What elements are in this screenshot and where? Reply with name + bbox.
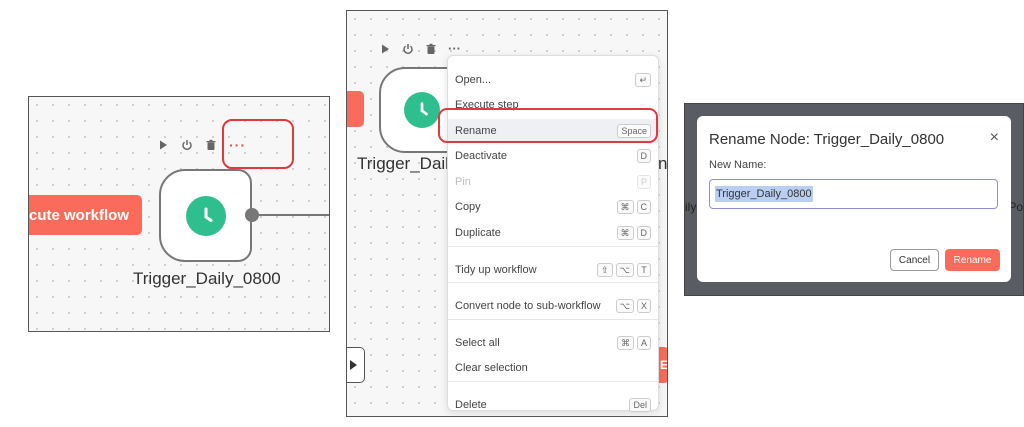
bottom-button-label: E xyxy=(660,358,668,372)
menu-item-label: Clear selection xyxy=(455,362,528,374)
power-icon[interactable] xyxy=(402,43,414,55)
menu-item-label: Select all xyxy=(455,337,500,349)
trash-icon[interactable] xyxy=(205,139,217,151)
rename-dialog: Rename Node: Trigger_Daily_0800 × New Na… xyxy=(697,116,1011,282)
shortcut-key: ⇧ xyxy=(597,263,613,277)
menu-item-label: Duplicate xyxy=(455,227,501,239)
cancel-button[interactable]: Cancel xyxy=(890,249,939,271)
menu-item-label: Pin xyxy=(455,176,471,188)
dialog-title: Rename Node: Trigger_Daily_0800 xyxy=(709,131,945,148)
shortcut-key: A xyxy=(636,336,651,350)
right-node-label-fragment: n xyxy=(658,154,668,173)
menu-item-label: Convert node to sub-workflow xyxy=(455,300,601,312)
close-icon[interactable]: × xyxy=(990,129,999,147)
more-highlight xyxy=(222,119,294,169)
menu-item-tidy-up-workflow[interactable]: Tidy up workflow ⇧ ⌥ T xyxy=(448,258,658,282)
output-handle[interactable] xyxy=(245,208,259,222)
shortcut-key: Del xyxy=(629,398,651,412)
menu-separator xyxy=(448,282,658,283)
menu-item-label: Deactivate xyxy=(455,150,507,162)
menu-item-label: Copy xyxy=(455,201,481,213)
side-panel-toggle[interactable] xyxy=(347,347,365,383)
shortcut-keys: ↵ xyxy=(635,73,651,87)
menu-item-deactivate[interactable]: Deactivate D xyxy=(448,144,658,168)
shortcut-keys: D xyxy=(636,149,651,163)
trash-icon[interactable] xyxy=(425,43,437,55)
menu-item-convert-node-to-sub-workflow[interactable]: Convert node to sub-workflow ⌥ X xyxy=(448,294,658,318)
bottom-button-fragment[interactable]: E xyxy=(658,347,668,383)
selected-input-text: Trigger_Daily_0800 xyxy=(715,186,813,202)
node-label: Trigger_Daily_0800 xyxy=(133,269,281,288)
connection-edge xyxy=(259,214,329,216)
shortcut-key: T xyxy=(637,263,651,277)
menu-item-label: Delete xyxy=(455,399,487,411)
shortcut-key: C xyxy=(636,200,651,214)
menu-item-open[interactable]: Open... ↵ xyxy=(448,68,658,92)
shortcut-key: ⌥ xyxy=(615,299,634,313)
clock-icon xyxy=(185,195,226,236)
shortcut-key: ⌘ xyxy=(616,200,634,214)
node-toolbar: ··· xyxy=(379,41,461,56)
shortcut-keys: ⇧ ⌥ T xyxy=(597,263,651,277)
menu-separator xyxy=(448,319,658,320)
shortcut-key: ⌥ xyxy=(615,263,634,277)
menu-item-label: Tidy up workflow xyxy=(455,264,537,276)
menu-item-select-all[interactable]: Select all ⌘ A xyxy=(448,331,658,355)
shortcut-keys: P xyxy=(636,175,651,189)
shortcut-keys: ⌘ C xyxy=(616,200,651,214)
shortcut-key: ⌘ xyxy=(616,226,634,240)
power-icon[interactable] xyxy=(181,139,193,151)
play-icon[interactable] xyxy=(157,139,169,151)
more-icon[interactable]: ··· xyxy=(448,41,461,56)
menu-item-pin: Pin P xyxy=(448,170,658,194)
background-fragment-left: ily xyxy=(685,200,697,214)
new-name-input[interactable]: Trigger_Daily_0800 xyxy=(709,179,998,209)
execute-workflow-button[interactable]: cute workflow xyxy=(29,195,142,235)
rename-modal-panel: ily Po Rename Node: Trigger_Daily_0800 ×… xyxy=(684,103,1024,296)
canvas-panel-2: ··· Trigger_Daily_ n E Open... ↵ Execute s… xyxy=(346,10,668,417)
menu-item-duplicate[interactable]: Duplicate ⌘ D xyxy=(448,221,658,245)
shortcut-keys: Del xyxy=(629,398,651,412)
play-icon[interactable] xyxy=(379,43,391,55)
shortcut-key: D xyxy=(636,149,651,163)
shortcut-key: X xyxy=(636,299,651,313)
menu-item-label: Open... xyxy=(455,74,492,86)
menu-item-copy[interactable]: Copy ⌘ C xyxy=(448,195,658,219)
shortcut-keys: ⌥ X xyxy=(615,299,651,313)
rename-button[interactable]: Rename xyxy=(945,249,1000,271)
rename-highlight xyxy=(438,108,658,143)
shortcut-key: D xyxy=(636,226,651,240)
execute-workflow-button-partial[interactable] xyxy=(347,91,364,127)
menu-separator xyxy=(448,246,658,247)
new-name-label: New Name: xyxy=(709,159,767,171)
shortcut-keys: ⌘ A xyxy=(616,336,651,350)
clock-icon xyxy=(404,92,440,128)
shortcut-keys: ⌘ D xyxy=(616,226,651,240)
shortcut-key: P xyxy=(636,175,651,189)
execute-workflow-label: cute workflow xyxy=(29,206,130,224)
menu-item-clear-selection[interactable]: Clear selection xyxy=(448,356,658,380)
canvas-panel-1: ··· cute workflow Trigger_Daily_0800 xyxy=(28,96,330,332)
menu-separator xyxy=(448,381,658,382)
trigger-node[interactable] xyxy=(159,169,252,262)
shortcut-key: ⌘ xyxy=(616,336,634,350)
menu-item-delete[interactable]: Delete Del xyxy=(448,393,658,416)
shortcut-key: ↵ xyxy=(635,73,651,87)
